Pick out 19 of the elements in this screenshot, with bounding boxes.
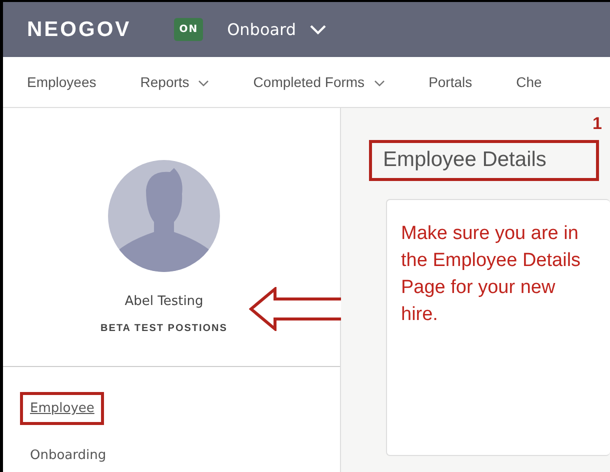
nav-link[interactable]: Portals (428, 74, 472, 90)
avatar-silhouette-icon (108, 160, 220, 272)
page-title: Employee Details (369, 140, 599, 181)
step-number: 1 (592, 114, 602, 134)
logo: NEOGOV (27, 18, 132, 42)
chevron-down-icon[interactable] (310, 24, 326, 34)
sidebar-link[interactable]: Onboarding (20, 439, 116, 472)
chevron-down-icon (374, 80, 385, 87)
nav-link[interactable]: Employees (27, 74, 96, 90)
nav-link[interactable]: Completed Forms (253, 74, 385, 90)
instruction-note: Make sure you are in the Employee Details Page for your new hire. (401, 222, 582, 327)
employee-name: Abel Testing (124, 294, 204, 309)
nav-link[interactable]: Che (516, 74, 542, 90)
product-menu[interactable]: Onboard (227, 20, 296, 39)
sidebar-link[interactable]: Employee (20, 392, 104, 425)
nav-link[interactable]: Reports (140, 74, 210, 90)
employee-position: BETA TEST POSTIONS (100, 323, 228, 334)
product-badge: ON (174, 18, 204, 41)
chevron-down-icon (198, 80, 210, 87)
